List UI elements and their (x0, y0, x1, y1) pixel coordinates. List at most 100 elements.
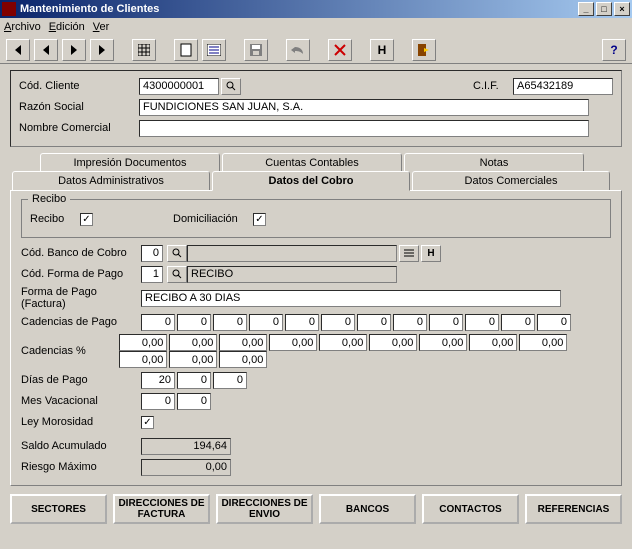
tab-cobro[interactable]: Datos del Cobro (212, 171, 410, 191)
recibo-group-title: Recibo (28, 193, 70, 205)
dias-input-1[interactable] (177, 372, 211, 389)
cadencia-pct-input-7[interactable] (469, 334, 517, 351)
tab-pane-cobro: Recibo Recibo ✓ Domiciliación ✓ Cód. Ban… (10, 190, 622, 486)
tab-notas[interactable]: Notas (404, 153, 584, 172)
header-panel: Cód. Cliente C.I.F. Razón Social Nombre … (10, 70, 622, 147)
exit-button[interactable] (412, 39, 436, 61)
cadencia-input-4[interactable] (285, 314, 319, 331)
new-button[interactable] (174, 39, 198, 61)
cadencia-pct-input-10[interactable] (169, 351, 217, 368)
cadencia-input-1[interactable] (177, 314, 211, 331)
cadencia-input-7[interactable] (393, 314, 427, 331)
close-button[interactable]: × (614, 2, 630, 16)
formapago-cod-input[interactable] (141, 266, 163, 283)
nav-first-button[interactable] (6, 39, 30, 61)
tab-comerciales[interactable]: Datos Comerciales (412, 171, 610, 190)
contactos-button[interactable]: CONTACTOS (422, 494, 519, 524)
cadencias-pct-label: Cadencias % (21, 345, 119, 357)
cadencias-label: Cadencias de Pago (21, 316, 141, 328)
dias-input-0[interactable] (141, 372, 175, 389)
nombre-label: Nombre Comercial (19, 122, 139, 134)
history-button[interactable]: H (370, 39, 394, 61)
formapago-desc: RECIBO (187, 266, 397, 283)
direcciones-factura-button[interactable]: DIRECCIONES DE FACTURA (113, 494, 210, 524)
razon-input[interactable] (139, 99, 589, 116)
tab-cuentas[interactable]: Cuentas Contables (222, 153, 402, 172)
formapago-cod-label: Cód. Forma de Pago (21, 268, 141, 280)
nombre-input[interactable] (139, 120, 589, 137)
saldo-value: 194,64 (141, 438, 231, 455)
tab-impresion[interactable]: Impresión Documentos (40, 153, 220, 172)
form-button[interactable] (202, 39, 226, 61)
menubar: AArchivorchivo Edición Ver (0, 18, 632, 36)
sectores-button[interactable]: SECTORES (10, 494, 107, 524)
formapago-fact-input[interactable] (141, 290, 561, 307)
cadencia-pct-input-4[interactable] (319, 334, 367, 351)
delete-button[interactable] (328, 39, 352, 61)
dias-input-2[interactable] (213, 372, 247, 389)
nav-prev-button[interactable] (34, 39, 58, 61)
toolbar: H ? (0, 36, 632, 64)
cod-cliente-input[interactable] (139, 78, 219, 95)
window-title: Mantenimiento de Clientes (20, 3, 578, 15)
formapago-search-button[interactable] (167, 266, 187, 283)
cadencia-pct-input-3[interactable] (269, 334, 317, 351)
menu-edicion[interactable]: Edición (49, 21, 85, 33)
cif-input[interactable] (513, 78, 613, 95)
cadencia-pct-input-1[interactable] (169, 334, 217, 351)
cadencia-input-6[interactable] (357, 314, 391, 331)
cadencia-input-0[interactable] (141, 314, 175, 331)
nav-last-button[interactable] (90, 39, 114, 61)
cadencia-pct-input-5[interactable] (369, 334, 417, 351)
mes-label: Mes Vacacional (21, 395, 141, 407)
banco-label: Cód. Banco de Cobro (21, 247, 141, 259)
minimize-button[interactable]: _ (578, 2, 594, 16)
cadencia-pct-input-8[interactable] (519, 334, 567, 351)
cadencia-input-5[interactable] (321, 314, 355, 331)
save-button[interactable] (244, 39, 268, 61)
cod-cliente-search-button[interactable] (221, 78, 241, 95)
cadencia-pct-input-11[interactable] (219, 351, 267, 368)
cadencia-pct-input-6[interactable] (419, 334, 467, 351)
nav-next-button[interactable] (62, 39, 86, 61)
cadencia-input-11[interactable] (537, 314, 571, 331)
cadencia-pct-input-2[interactable] (219, 334, 267, 351)
banco-search-button[interactable] (167, 245, 187, 262)
direcciones-envio-button[interactable]: DIRECCIONES DE ENVIO (216, 494, 313, 524)
saldo-label: Saldo Acumulado (21, 440, 141, 452)
banco-list-button[interactable] (399, 245, 419, 262)
cadencia-pct-input-9[interactable] (119, 351, 167, 368)
domic-checkbox[interactable]: ✓ (253, 213, 266, 226)
referencias-button[interactable]: REFERENCIAS (525, 494, 622, 524)
cadencia-pct-input-0[interactable] (119, 334, 167, 351)
riesgo-label: Riesgo Máximo (21, 461, 141, 473)
cadencia-input-10[interactable] (501, 314, 535, 331)
banco-history-button[interactable]: H (421, 245, 441, 262)
bancos-button[interactable]: BANCOS (319, 494, 416, 524)
mes-input-0[interactable] (141, 393, 175, 410)
maximize-button[interactable]: □ (596, 2, 612, 16)
menu-ver[interactable]: Ver (93, 21, 110, 33)
dias-label: Días de Pago (21, 374, 141, 386)
menu-archivo[interactable]: AArchivorchivo (4, 21, 41, 33)
formapago-fact-label: Forma de Pago (Factura) (21, 286, 141, 310)
help-button[interactable]: ? (602, 39, 626, 61)
undo-button[interactable] (286, 39, 310, 61)
cif-label: C.I.F. (473, 80, 513, 92)
mes-input-1[interactable] (177, 393, 211, 410)
domic-label: Domiciliación (173, 213, 253, 225)
app-icon (2, 2, 16, 16)
banco-input[interactable] (141, 245, 163, 262)
ley-label: Ley Morosidad (21, 416, 141, 428)
recibo-groupbox: Recibo Recibo ✓ Domiciliación ✓ (21, 199, 611, 238)
grid-button[interactable] (132, 39, 156, 61)
cadencia-input-3[interactable] (249, 314, 283, 331)
recibo-checkbox[interactable]: ✓ (80, 213, 93, 226)
cadencia-input-9[interactable] (465, 314, 499, 331)
cadencia-input-8[interactable] (429, 314, 463, 331)
tab-administrativos[interactable]: Datos Administrativos (12, 171, 210, 190)
ley-checkbox[interactable]: ✓ (141, 416, 154, 429)
cadencia-input-2[interactable] (213, 314, 247, 331)
riesgo-value: 0,00 (141, 459, 231, 476)
banco-desc (187, 245, 397, 262)
